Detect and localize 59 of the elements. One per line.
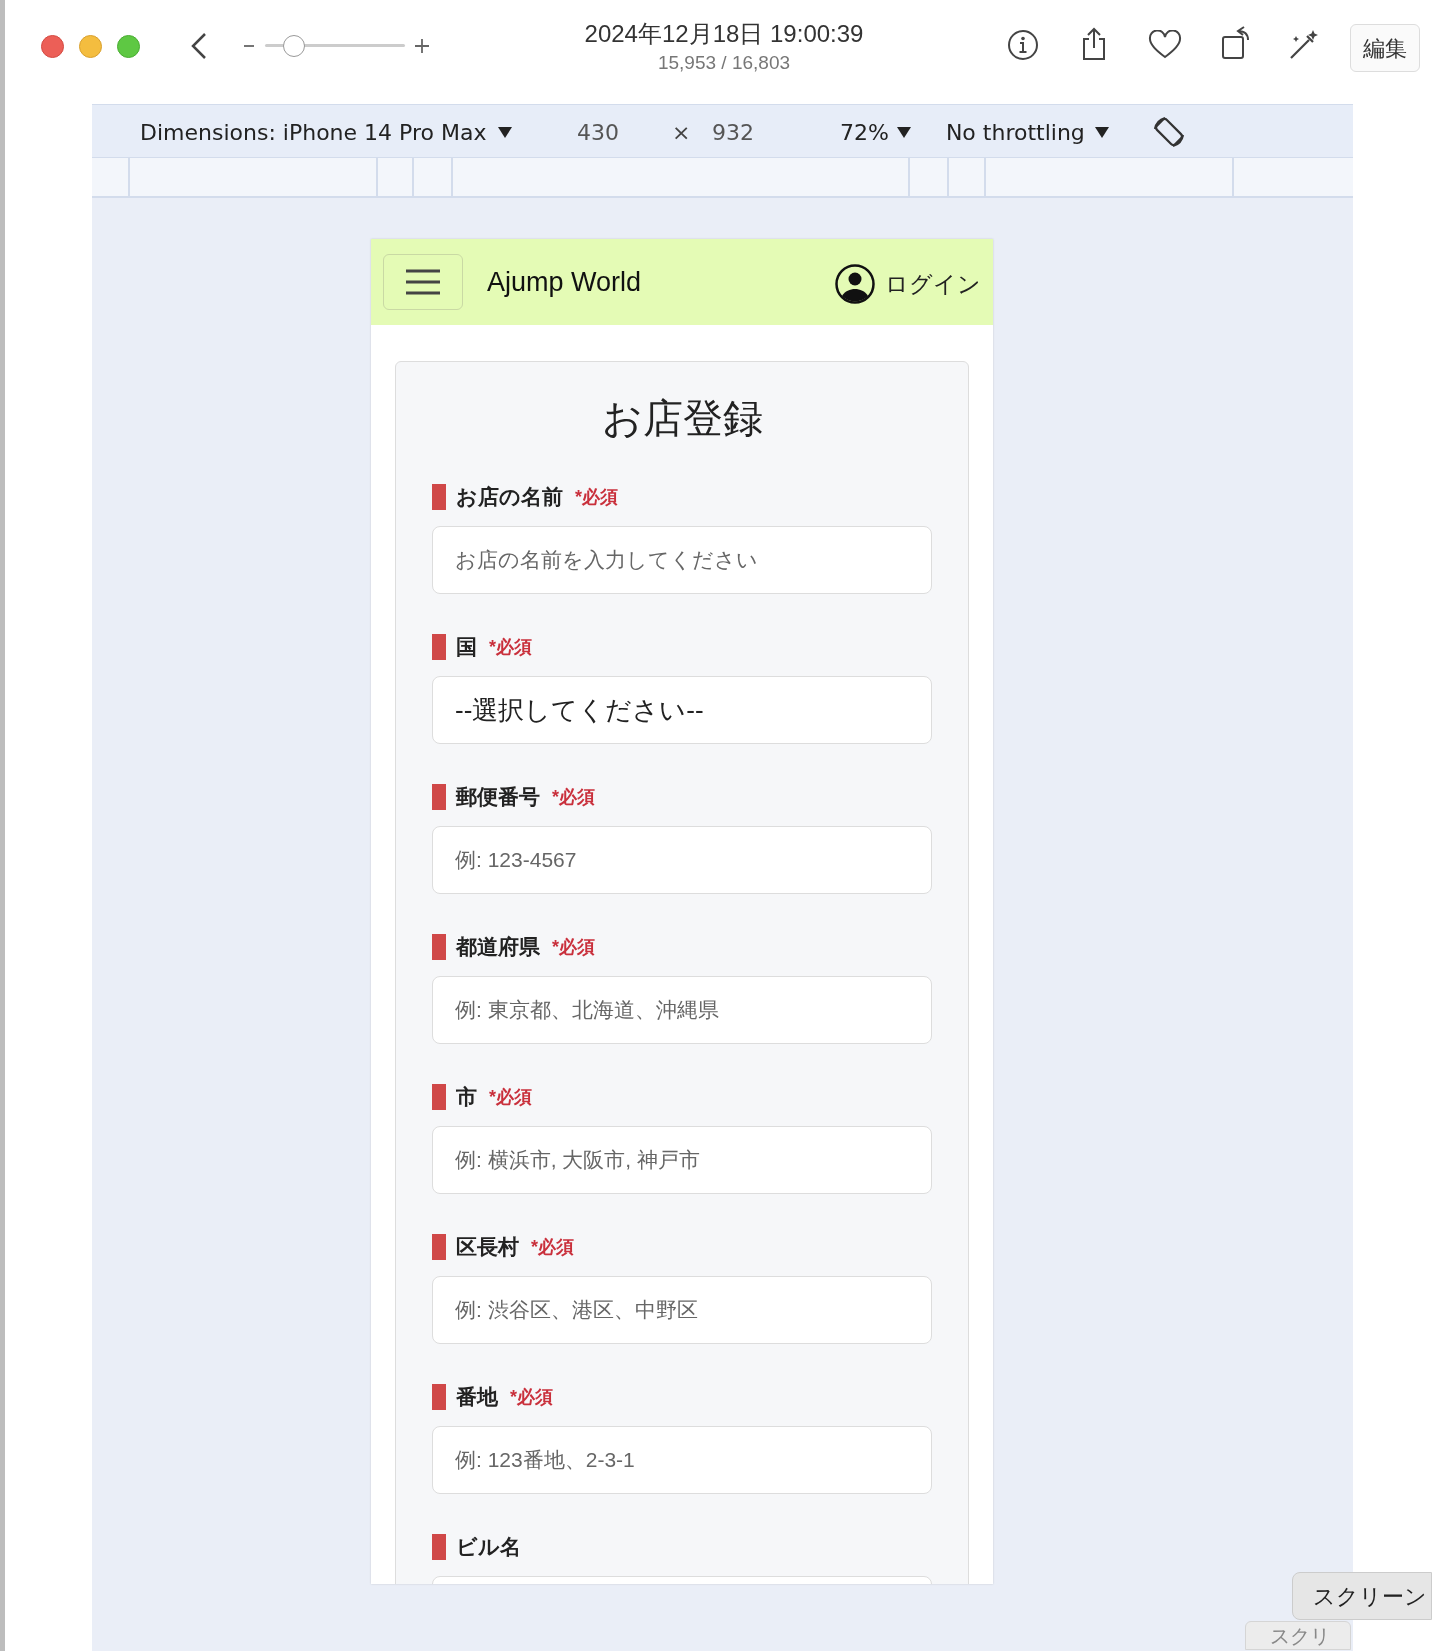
field-label: 国 bbox=[456, 634, 477, 661]
field-label: 市 bbox=[456, 1084, 477, 1111]
height-field[interactable]: 932 bbox=[712, 115, 772, 149]
menu-icon bbox=[405, 269, 441, 295]
zoom-in-icon[interactable] bbox=[415, 39, 429, 53]
window-title: 2024年12月18日 19:00:39 bbox=[583, 19, 865, 49]
label-marker bbox=[432, 784, 446, 810]
tooltip: スクリーン bbox=[1292, 1572, 1432, 1620]
tooltip: スクリ bbox=[1245, 1621, 1351, 1650]
label-marker bbox=[432, 484, 446, 510]
country-select[interactable]: --選択してください-- bbox=[432, 676, 932, 744]
zoom-out-icon[interactable] bbox=[243, 44, 255, 48]
image-counter: 15,953 / 16,803 bbox=[656, 51, 792, 75]
login-link[interactable]: ログイン bbox=[835, 264, 981, 304]
label-marker bbox=[432, 634, 446, 660]
field-label: 番地 bbox=[456, 1384, 498, 1411]
zoom-dropdown[interactable]: 72% bbox=[840, 115, 911, 149]
close-window-button[interactable] bbox=[41, 35, 64, 58]
field-label: 区長村 bbox=[456, 1234, 519, 1261]
menu-button[interactable] bbox=[383, 254, 463, 310]
input-field[interactable]: 例: 123-4567 bbox=[432, 826, 932, 894]
label-marker bbox=[432, 934, 446, 960]
back-icon[interactable] bbox=[190, 32, 208, 60]
label-marker bbox=[432, 1084, 446, 1110]
times-sign: × bbox=[672, 118, 692, 147]
required-mark: *必須 bbox=[575, 485, 618, 509]
field-label: 都道府県 bbox=[456, 934, 540, 961]
input-field[interactable]: お店の名前を入力してください bbox=[432, 526, 932, 594]
label-marker bbox=[432, 1384, 446, 1410]
required-mark: *必須 bbox=[552, 935, 595, 959]
label-marker bbox=[432, 1234, 446, 1260]
dropdown-arrow-icon bbox=[896, 126, 911, 138]
zoom-slider[interactable] bbox=[265, 34, 405, 58]
input-field[interactable]: 例: 渋谷区、港区、中野区 bbox=[432, 1276, 932, 1344]
input-field[interactable]: 例: 東京都、北海道、沖縄県 bbox=[432, 976, 932, 1044]
field-label: 郵便番号 bbox=[456, 784, 540, 811]
heart-icon[interactable] bbox=[1148, 30, 1182, 60]
field-label: お店の名前 bbox=[456, 484, 563, 511]
zoom-slider-thumb[interactable] bbox=[282, 35, 305, 57]
required-mark: *必須 bbox=[552, 785, 595, 809]
info-icon[interactable] bbox=[1007, 29, 1039, 61]
user-icon bbox=[835, 264, 875, 304]
throttling-dropdown[interactable]: No throttling bbox=[945, 115, 1109, 149]
edit-button[interactable]: 編集 bbox=[1350, 24, 1420, 72]
required-mark: *必須 bbox=[510, 1385, 553, 1409]
site-title[interactable]: Ajump World bbox=[487, 261, 835, 303]
width-field[interactable]: 430 bbox=[577, 115, 637, 149]
required-mark: *必須 bbox=[489, 635, 532, 659]
form-title: お店登録 bbox=[600, 394, 764, 443]
dropdown-arrow-icon bbox=[1094, 126, 1109, 138]
zoom-window-button[interactable] bbox=[117, 35, 140, 58]
required-mark: *必須 bbox=[489, 1085, 532, 1109]
label-marker bbox=[432, 1534, 446, 1560]
field-label: ビル名 bbox=[456, 1534, 521, 1561]
dimensions-dropdown[interactable]: Dimensions: iPhone 14 Pro Max bbox=[140, 115, 540, 149]
required-mark: *必須 bbox=[531, 1235, 574, 1259]
dropdown-arrow-icon bbox=[498, 126, 513, 138]
input-field[interactable]: 例: 123番地、2-3-1 bbox=[432, 1426, 932, 1494]
input-field[interactable]: 例: 横浜市, 大阪市, 神戸市 bbox=[432, 1126, 932, 1194]
